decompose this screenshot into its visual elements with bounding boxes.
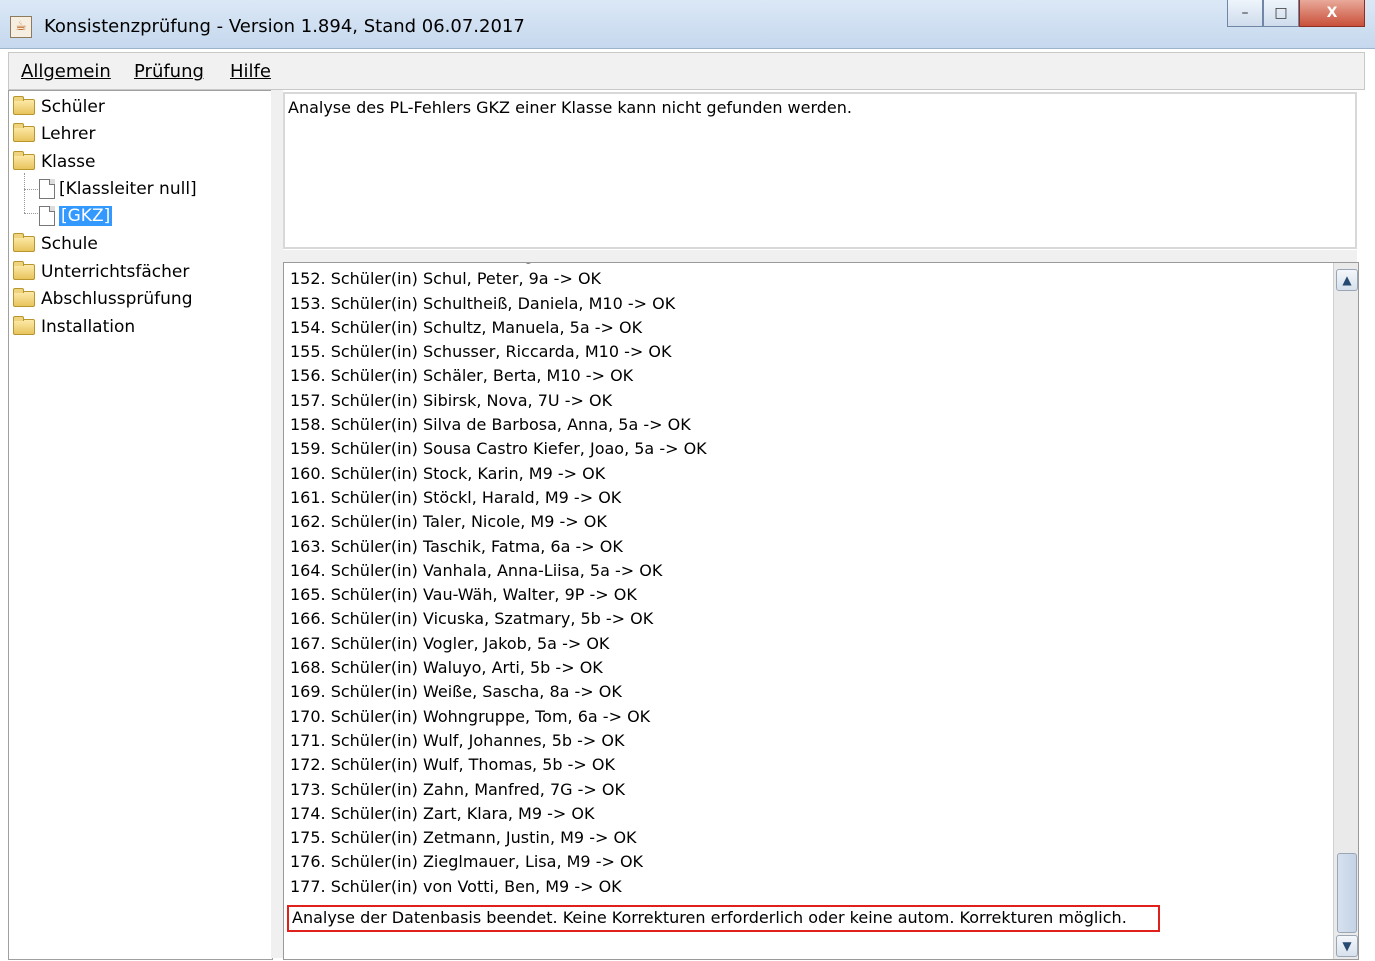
log-line: 174. Schüler(in) Zart, Klara, M9 -> OK [290,803,595,823]
menu-allgemein[interactable]: Allgemein [21,61,111,82]
horizontal-splitter[interactable] [283,250,1357,262]
category-tree: Schüler Lehrer Klasse [Klassleiter null]… [8,90,273,960]
tree-item-klasse[interactable]: Klasse [13,150,95,174]
log-line: 164. Schüler(in) Vanhala, Anna-Liisa, 5a… [290,560,663,580]
minimize-button[interactable]: – [1227,0,1263,27]
log-scrollbar[interactable]: ▲ ▼ [1333,263,1358,959]
log-line: 158. Schüler(in) Silva de Barbosa, Anna,… [290,415,691,435]
tree-item-unterrichtsfaecher[interactable]: Unterrichtsfächer [13,260,189,284]
log-line: 159. Schüler(in) Sousa Castro Kiefer, Jo… [290,439,707,459]
tree-item-gkz[interactable]: [GKZ] [39,204,113,228]
folder-open-icon [13,151,35,170]
tree-connector [24,173,25,213]
log-line: 170. Schüler(in) Wohngruppe, Tom, 6a -> … [290,706,651,726]
menu-hilfe[interactable]: Hilfe [230,61,271,82]
tree-item-installation[interactable]: Installation [13,315,135,339]
menu-pruefung[interactable]: Prüfung [134,61,204,82]
log-output-panel: 151. Schüler(in) Schreiber, Sigrid, 9a -… [283,262,1359,960]
log-line: 171. Schüler(in) Wulf, Johannes, 5b -> O… [290,730,625,750]
log-line: 165. Schüler(in) Vau-Wäh, Walter, 9P -> … [290,585,637,605]
log-lines: 151. Schüler(in) Schreiber, Sigrid, 9a -… [290,263,1320,899]
tree-item-schule[interactable]: Schule [13,232,98,256]
java-app-icon: ☕ [10,16,32,38]
log-line: 157. Schüler(in) Sibirsk, Nova, 7U -> OK [290,390,613,410]
tree-connector [24,213,38,214]
tree-item-schueler[interactable]: Schüler [13,95,105,119]
document-icon [39,206,55,226]
log-line: 173. Schüler(in) Zahn, Manfred, 7G -> OK [290,779,625,799]
document-icon [39,179,55,199]
log-line: 166. Schüler(in) Vicuska, Szatmary, 5b -… [290,609,654,629]
folder-icon [13,316,35,335]
log-line: 160. Schüler(in) Stock, Karin, M9 -> OK [290,463,606,483]
tree-item-lehrer[interactable]: Lehrer [13,122,95,146]
window-title: Konsistenzprüfung - Version 1.894, Stand… [44,16,525,37]
analysis-message-panel: Analyse des PL-Fehlers GKZ einer Klasse … [283,92,1357,249]
analysis-message: Analyse des PL-Fehlers GKZ einer Klasse … [288,98,852,117]
tree-item-klassleiter-null[interactable]: [Klassleiter null] [39,177,197,201]
log-line: 168. Schüler(in) Waluyo, Arti, 5b -> OK [290,658,603,678]
log-line: 177. Schüler(in) von Votti, Ben, M9 -> O… [290,876,622,896]
log-line: 176. Schüler(in) Zieglmauer, Lisa, M9 ->… [290,852,644,872]
maximize-button[interactable]: □ [1263,0,1299,27]
window-controls: – □ X [1227,0,1365,34]
folder-icon [13,96,35,115]
final-status-message: Analyse der Datenbasis beendet. Keine Ko… [287,905,1160,932]
scroll-down-icon[interactable]: ▼ [1336,935,1358,957]
log-line: 156. Schüler(in) Schäler, Berta, M10 -> … [290,366,634,386]
folder-icon [13,233,35,252]
close-button[interactable]: X [1299,0,1365,27]
folder-icon [13,261,35,280]
menu-bar: Allgemein Prüfung Hilfe [8,52,1365,90]
log-line: 169. Schüler(in) Weiße, Sascha, 8a -> OK [290,682,622,702]
log-line: 153. Schüler(in) Schultheiß, Daniela, M1… [290,293,676,313]
tree-connector [24,189,38,190]
folder-icon [13,123,35,142]
log-line: 155. Schüler(in) Schusser, Riccarda, M10… [290,342,672,362]
log-line: 163. Schüler(in) Taschik, Fatma, 6a -> O… [290,536,623,556]
scroll-up-icon[interactable]: ▲ [1336,269,1358,291]
log-line: 172. Schüler(in) Wulf, Thomas, 5b -> OK [290,755,615,775]
scrollbar-thumb[interactable] [1337,853,1357,933]
log-line: 152. Schüler(in) Schul, Peter, 9a -> OK [290,269,602,289]
log-line: 167. Schüler(in) Vogler, Jakob, 5a -> OK [290,633,610,653]
log-line: 154. Schüler(in) Schultz, Manuela, 5a ->… [290,317,643,337]
log-line: 175. Schüler(in) Zetmann, Justin, M9 -> … [290,828,637,848]
tree-item-abschlusspruefung[interactable]: Abschlussprüfung [13,287,193,311]
log-line: 162. Schüler(in) Taler, Nicole, M9 -> OK [290,512,607,532]
folder-icon [13,288,35,307]
title-bar: ☕ Konsistenzprüfung - Version 1.894, Sta… [0,0,1375,49]
log-line: 161. Schüler(in) Stöckl, Harald, M9 -> O… [290,487,622,507]
vertical-splitter[interactable] [271,90,283,958]
